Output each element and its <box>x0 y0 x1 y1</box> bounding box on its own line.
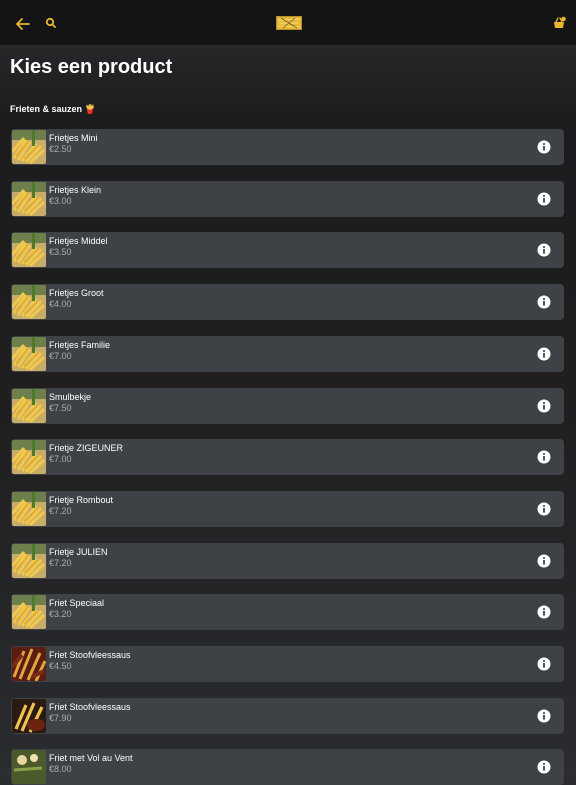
product-price: €2.50 <box>49 144 72 154</box>
list-item[interactable]: Frietjes Familie €7.00 <box>11 336 564 372</box>
product-price: €7.50 <box>49 403 72 413</box>
info-icon[interactable] <box>537 347 551 361</box>
product-thumbnail <box>12 595 46 629</box>
product-name: Frietje ZIGEUNER <box>49 443 124 453</box>
list-item[interactable]: Frietje JULIEN €7.20 <box>11 543 564 579</box>
product-price: €7.00 <box>49 454 72 464</box>
list-item[interactable]: Frietje ZIGEUNER €7.00 <box>11 439 564 475</box>
product-price: €3.00 <box>49 196 72 206</box>
top-bar <box>0 0 576 46</box>
product-name: Friet met Vol au Vent <box>49 753 133 763</box>
product-price: €4.50 <box>49 661 72 671</box>
product-thumbnail <box>12 492 46 526</box>
product-thumbnail <box>12 130 46 164</box>
info-icon[interactable] <box>537 192 551 206</box>
section-title-text: Frieten & sauzen <box>10 104 83 114</box>
product-name: Frietjes Klein <box>49 185 102 195</box>
info-icon[interactable] <box>537 554 551 568</box>
info-icon[interactable] <box>537 657 551 671</box>
product-name: Friet Stoofvleessaus <box>49 702 131 712</box>
arrow-left-icon[interactable] <box>12 13 34 35</box>
list-item[interactable]: Friet met Vol au Vent €8.00 <box>11 749 564 785</box>
product-thumbnail <box>12 285 46 319</box>
product-price: €3.50 <box>49 247 72 257</box>
basket-icon[interactable] <box>551 15 567 31</box>
page-title: Kies een product <box>10 56 173 78</box>
list-item[interactable]: Friet Speciaal €3.20 <box>11 594 564 630</box>
info-icon[interactable] <box>537 450 551 464</box>
info-icon[interactable] <box>537 295 551 309</box>
info-icon[interactable] <box>537 760 551 774</box>
search-icon[interactable] <box>43 15 59 31</box>
product-price: €7.20 <box>49 506 72 516</box>
product-thumbnail <box>12 699 46 733</box>
product-price: €7.00 <box>49 351 72 361</box>
brand-logo[interactable] <box>275 14 303 32</box>
product-name: Frietjes Mini <box>49 133 98 143</box>
product-price: €7.90 <box>49 713 72 723</box>
list-item[interactable]: Frietjes Klein €3.00 <box>11 181 564 217</box>
product-price: €3.20 <box>49 609 72 619</box>
info-icon[interactable] <box>537 502 551 516</box>
info-icon[interactable] <box>537 709 551 723</box>
product-thumbnail <box>12 647 46 681</box>
product-name: Frietje Rombout <box>49 495 114 505</box>
product-thumbnail <box>12 544 46 578</box>
product-price: €7.20 <box>49 558 72 568</box>
product-price: €4.00 <box>49 299 72 309</box>
info-icon[interactable] <box>537 243 551 257</box>
list-item[interactable]: Frietjes Mini €2.50 <box>11 129 564 165</box>
list-item[interactable]: Frietje Rombout €7.20 <box>11 491 564 527</box>
product-thumbnail <box>12 389 46 423</box>
info-icon[interactable] <box>537 605 551 619</box>
list-item[interactable]: Friet Stoofvleessaus €4.50 <box>11 646 564 682</box>
list-item[interactable]: Frietjes Middel €3.50 <box>11 232 564 268</box>
product-name: Frietje JULIEN <box>49 547 108 557</box>
product-name: Frietjes Groot <box>49 288 104 298</box>
list-item[interactable]: Frietjes Groot €4.00 <box>11 284 564 320</box>
product-name: Friet Stoofvleessaus <box>49 650 131 660</box>
product-name: Frietjes Familie <box>49 340 111 350</box>
info-icon[interactable] <box>537 399 551 413</box>
product-name: Frietjes Middel <box>49 236 108 246</box>
product-price: €8.00 <box>49 764 72 774</box>
product-thumbnail <box>12 233 46 267</box>
product-thumbnail <box>12 182 46 216</box>
product-name: Smulbekje <box>49 392 92 402</box>
list-item[interactable]: Friet Stoofvleessaus €7.90 <box>11 698 564 734</box>
product-name: Friet Speciaal <box>49 598 105 608</box>
product-thumbnail <box>12 750 46 784</box>
fries-emoji: 🍟 <box>84 104 96 114</box>
product-thumbnail <box>12 337 46 371</box>
product-thumbnail <box>12 440 46 474</box>
list-item[interactable]: Smulbekje €7.50 <box>11 388 564 424</box>
info-icon[interactable] <box>537 140 551 154</box>
section-title: Frieten & sauzen 🍟 <box>10 104 96 115</box>
